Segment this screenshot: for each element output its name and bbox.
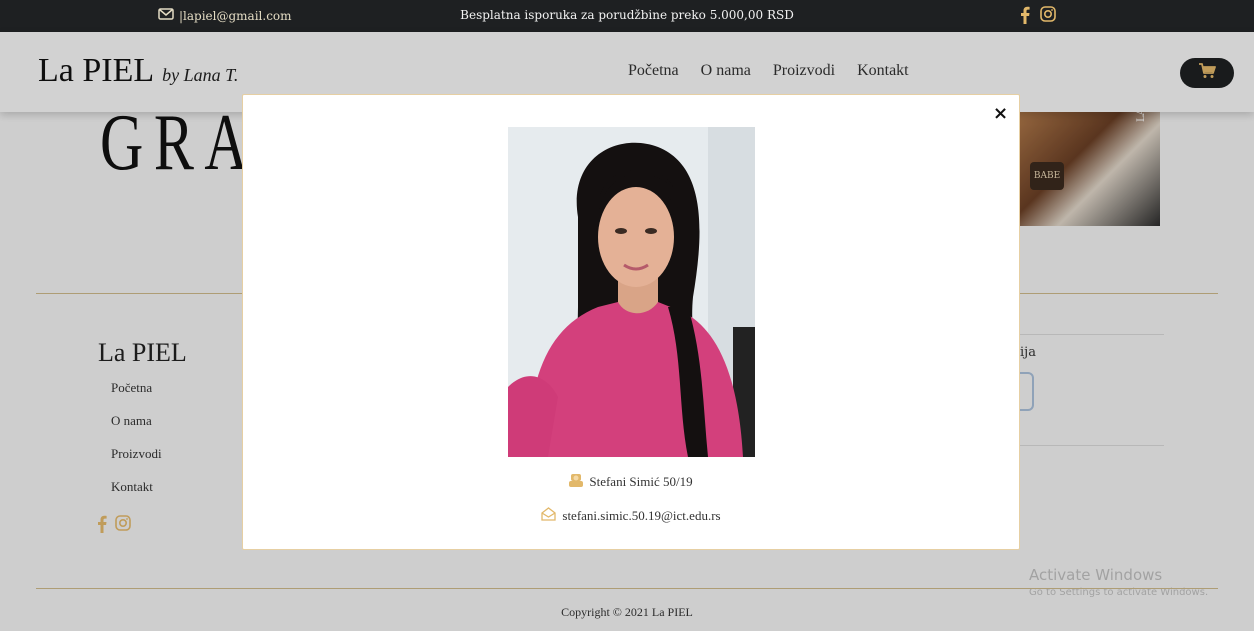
user-icon bbox=[569, 473, 584, 491]
author-name: Stefani Simić 50/19 bbox=[589, 474, 693, 489]
topbar-social bbox=[1020, 6, 1056, 27]
top-bar: |lapiel@gmail.com Besplatna isporuka za … bbox=[0, 0, 1254, 32]
facebook-icon[interactable] bbox=[1020, 6, 1030, 27]
author-modal: × Stefani Simić 50/19 stefani.simic.50.1… bbox=[242, 94, 1020, 550]
envelope-icon bbox=[158, 8, 174, 23]
author-email[interactable]: stefani.simic.50.19@ict.edu.rs bbox=[562, 508, 720, 524]
topbar-email[interactable]: |lapiel@gmail.com bbox=[158, 8, 292, 23]
author-name-row: Stefani Simić 50/19 bbox=[243, 473, 1019, 491]
author-photo bbox=[508, 127, 755, 457]
author-email-row: stefani.simic.50.19@ict.edu.rs bbox=[243, 507, 1019, 525]
envelope-open-icon bbox=[541, 507, 557, 525]
topbar-email-text: |lapiel@gmail.com bbox=[179, 8, 292, 23]
instagram-icon[interactable] bbox=[1040, 6, 1056, 27]
close-button[interactable]: × bbox=[993, 103, 1008, 124]
